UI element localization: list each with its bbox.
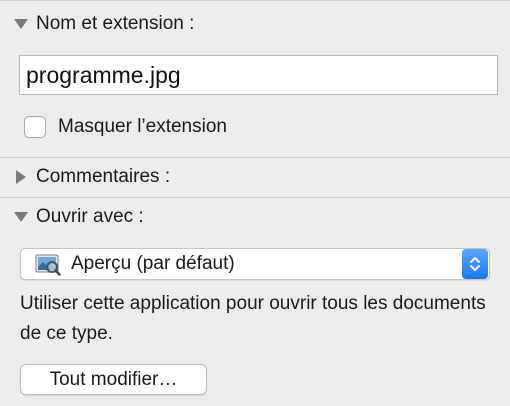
hide-extension-row[interactable]: Masquer l’extension (24, 116, 227, 138)
divider-top (0, 0, 510, 1)
comments-header[interactable]: Commentaires : (0, 165, 510, 189)
disclosure-triangle-right-icon[interactable] (10, 168, 32, 186)
open-with-popup[interactable]: Aperçu (par défaut) (20, 248, 490, 280)
hide-extension-label: Masquer l’extension (58, 116, 227, 137)
disclosure-triangle-down-icon[interactable] (10, 208, 32, 226)
open-with-title: Ouvrir avec : (36, 206, 144, 227)
divider-2 (0, 197, 510, 198)
comments-title: Commentaires : (36, 166, 171, 187)
divider-1 (0, 157, 510, 158)
filename-field[interactable] (19, 55, 498, 95)
hide-extension-checkbox[interactable] (24, 116, 46, 138)
change-all-button[interactable]: Tout modifier… (20, 364, 207, 395)
preview-app-icon (35, 252, 61, 276)
info-panel: Nom et extension : Masquer l’extension C… (0, 0, 510, 406)
disclosure-triangle-down-icon[interactable] (10, 15, 32, 33)
popup-chevrons-icon[interactable] (462, 249, 488, 279)
open-with-app-label: Aperçu (par défaut) (71, 253, 235, 274)
name-extension-header[interactable]: Nom et extension : (0, 12, 510, 36)
open-with-description: Utiliser cette application pour ouvrir t… (20, 293, 486, 344)
open-with-header[interactable]: Ouvrir avec : (0, 205, 510, 229)
name-extension-title: Nom et extension : (36, 13, 195, 34)
